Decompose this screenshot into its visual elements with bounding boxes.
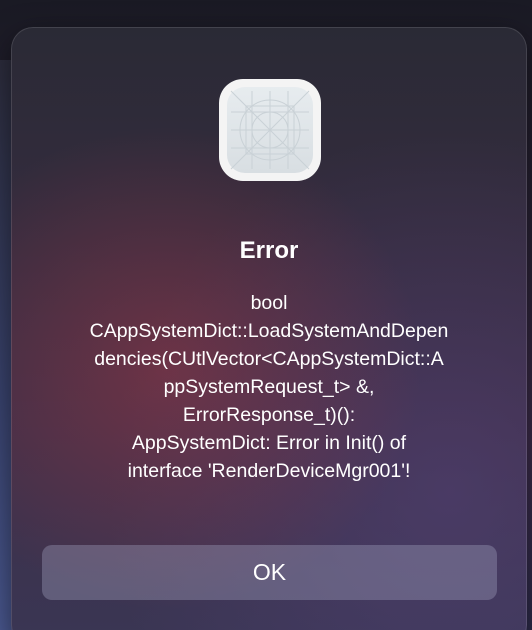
- app-icon-grid-icon: [230, 90, 310, 170]
- error-message: bool CAppSystemDict::LoadSystemAndDepen …: [89, 292, 449, 482]
- generic-app-icon: [219, 79, 321, 181]
- error-alert-dialog: Error bool CAppSystemDict::LoadSystemAnd…: [11, 27, 527, 630]
- dialog-title: Error: [239, 237, 299, 264]
- ok-button[interactable]: OK: [42, 545, 497, 600]
